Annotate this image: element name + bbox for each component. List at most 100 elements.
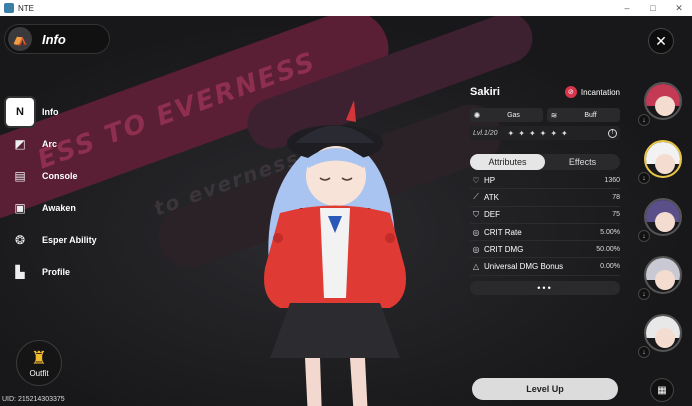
menu-item-label: Info <box>42 107 59 117</box>
roster-slot[interactable]: ↓ <box>638 80 688 138</box>
character-avatar[interactable] <box>644 314 682 352</box>
character-panel: Sakiri ⊘ Incantation ✺ Gas ≋ Buff Lvl.1/20 … <box>470 84 620 295</box>
menu-item-console[interactable]: ▤ Console <box>10 160 97 192</box>
stat-name: DEF <box>484 210 500 220</box>
page-title: Info <box>42 31 66 47</box>
avatar-face <box>655 96 675 116</box>
header-pill: ⛺ Info <box>4 24 110 54</box>
stat-value: 1360 <box>604 176 620 184</box>
down-arrow-icon[interactable]: ↓ <box>638 346 650 358</box>
awaken-icon: ▣ <box>14 201 26 215</box>
stat-row: ⟋ ATK 78 <box>470 189 620 207</box>
avatar-face <box>655 154 675 174</box>
arc-icon: ◩ <box>14 137 26 151</box>
minimize-button[interactable]: – <box>614 0 640 16</box>
uid-label: UID: 215214303375 <box>2 396 65 403</box>
info-icon: N <box>6 98 34 126</box>
maximize-button[interactable]: □ <box>640 0 666 16</box>
down-arrow-icon[interactable]: ↓ <box>638 288 650 300</box>
stat-icon: ⛉ <box>473 209 479 219</box>
level-info-icon[interactable]: ! <box>608 128 617 138</box>
character-horn <box>346 100 356 122</box>
stat-icon: ◎ <box>472 244 480 254</box>
menu-item-awaken[interactable]: ▣ Awaken <box>10 192 97 224</box>
character-pompom <box>273 233 283 243</box>
stat-name: CRIT DMG <box>484 244 524 254</box>
stat-icon: ♡ <box>472 175 480 185</box>
tag-buff: ≋ Buff <box>547 108 620 122</box>
menu-item-label: Awaken <box>42 203 76 213</box>
avatar-face <box>655 328 675 348</box>
character-skirt <box>270 303 400 358</box>
menu-item-info[interactable]: N Info <box>6 96 97 128</box>
character-avatar[interactable] <box>644 82 682 120</box>
level-label: Lvl.1/20 <box>473 129 498 137</box>
game-scene: ESS TO EVERNESS to everness ⛺ Info ✕ N In… <box>0 16 692 406</box>
tab-effects[interactable]: Effects <box>545 154 620 170</box>
down-arrow-icon[interactable]: ↓ <box>638 230 650 242</box>
menu-item-label: Profile <box>42 267 71 277</box>
more-button[interactable]: ••• <box>470 280 620 295</box>
roster-slot[interactable]: ↓ <box>638 138 688 196</box>
down-arrow-icon[interactable]: ↓ <box>638 114 650 126</box>
profile-icon: ▙ <box>15 265 25 279</box>
character-roster: ↓ ↓ ↓ ↓ ↓ <box>638 80 688 370</box>
close-icon: ✕ <box>655 32 667 49</box>
level-up-button[interactable]: Level Up <box>472 378 618 400</box>
character-model <box>264 100 406 406</box>
stat-row: △ Universal DMG Bonus 0.00% <box>470 258 620 276</box>
stat-value: 5.00% <box>600 228 620 236</box>
star-icon: ✦ <box>528 128 536 138</box>
character-avatar[interactable] <box>644 140 682 178</box>
stat-value: 50.00% <box>596 245 620 253</box>
window-title: NTE <box>18 3 34 13</box>
esper-icon: ❂ <box>14 233 26 247</box>
roster-slot[interactable]: ↓ <box>638 254 688 312</box>
stat-name: Universal DMG Bonus <box>484 262 564 272</box>
tag-label: Gas <box>507 111 520 119</box>
tag-label: Buff <box>584 111 597 119</box>
level-row: Lvl.1/20 ✦ ✦ ✦ ✦ ✦ ✦ ! <box>470 126 620 140</box>
character-name: Sakiri <box>470 86 500 98</box>
tent-icon: ⛺ <box>8 27 32 51</box>
window-controls: – □ ✕ <box>614 0 692 16</box>
stat-icon: △ <box>472 262 480 272</box>
down-arrow-icon[interactable]: ↓ <box>638 172 650 184</box>
close-button[interactable]: ✕ <box>648 28 674 54</box>
menu-item-profile[interactable]: ▙ Profile <box>10 256 97 288</box>
avatar-face <box>655 212 675 232</box>
character-pompom <box>385 233 395 243</box>
stat-name: ATK <box>484 192 499 202</box>
tab-attributes[interactable]: Attributes <box>470 154 545 170</box>
star-rank: ✦ ✦ ✦ ✦ ✦ ✦ <box>508 129 568 138</box>
star-icon: ✦ <box>561 128 568 138</box>
window-close-button[interactable]: ✕ <box>666 0 692 16</box>
character-cap <box>295 125 375 143</box>
buff-icon: ≋ <box>550 110 558 120</box>
grid-icon: ▦ <box>657 384 667 396</box>
outfit-label: Outfit <box>29 368 49 378</box>
roster-slot[interactable]: ↓ <box>638 312 688 370</box>
gas-icon: ✺ <box>473 110 481 120</box>
star-icon: ✦ <box>518 128 525 138</box>
menu-item-label: Arc <box>42 139 58 149</box>
tag-gas: ✺ Gas <box>470 108 543 122</box>
grid-menu-button[interactable]: ▦ <box>650 378 674 402</box>
character-class: ⊘ Incantation <box>564 86 620 98</box>
class-label: Incantation <box>580 87 620 97</box>
menu-item-label: Console <box>42 171 78 181</box>
menu-item-arc[interactable]: ◩ Arc <box>10 128 97 160</box>
character-avatar[interactable] <box>644 198 682 236</box>
stat-name: CRIT Rate <box>484 227 522 237</box>
character-tags: ✺ Gas ≋ Buff <box>470 108 620 122</box>
side-menu: N Info ◩ Arc ▤ Console ▣ Awaken ❂ Esper Ability ▙ P… <box>6 96 97 288</box>
menu-item-esper-ability[interactable]: ❂ Esper Ability <box>10 224 97 256</box>
stat-row: ♡ HP 1360 <box>470 172 620 190</box>
stat-row: ◎ CRIT DMG 50.00% <box>470 241 620 259</box>
character-avatar[interactable] <box>644 256 682 294</box>
character-header: Sakiri ⊘ Incantation <box>470 84 620 100</box>
window-titlebar: NTE – □ ✕ <box>0 0 692 16</box>
outfit-button[interactable]: ♜ Outfit <box>16 340 62 386</box>
roster-slot[interactable]: ↓ <box>638 196 688 254</box>
avatar-face <box>655 270 675 290</box>
